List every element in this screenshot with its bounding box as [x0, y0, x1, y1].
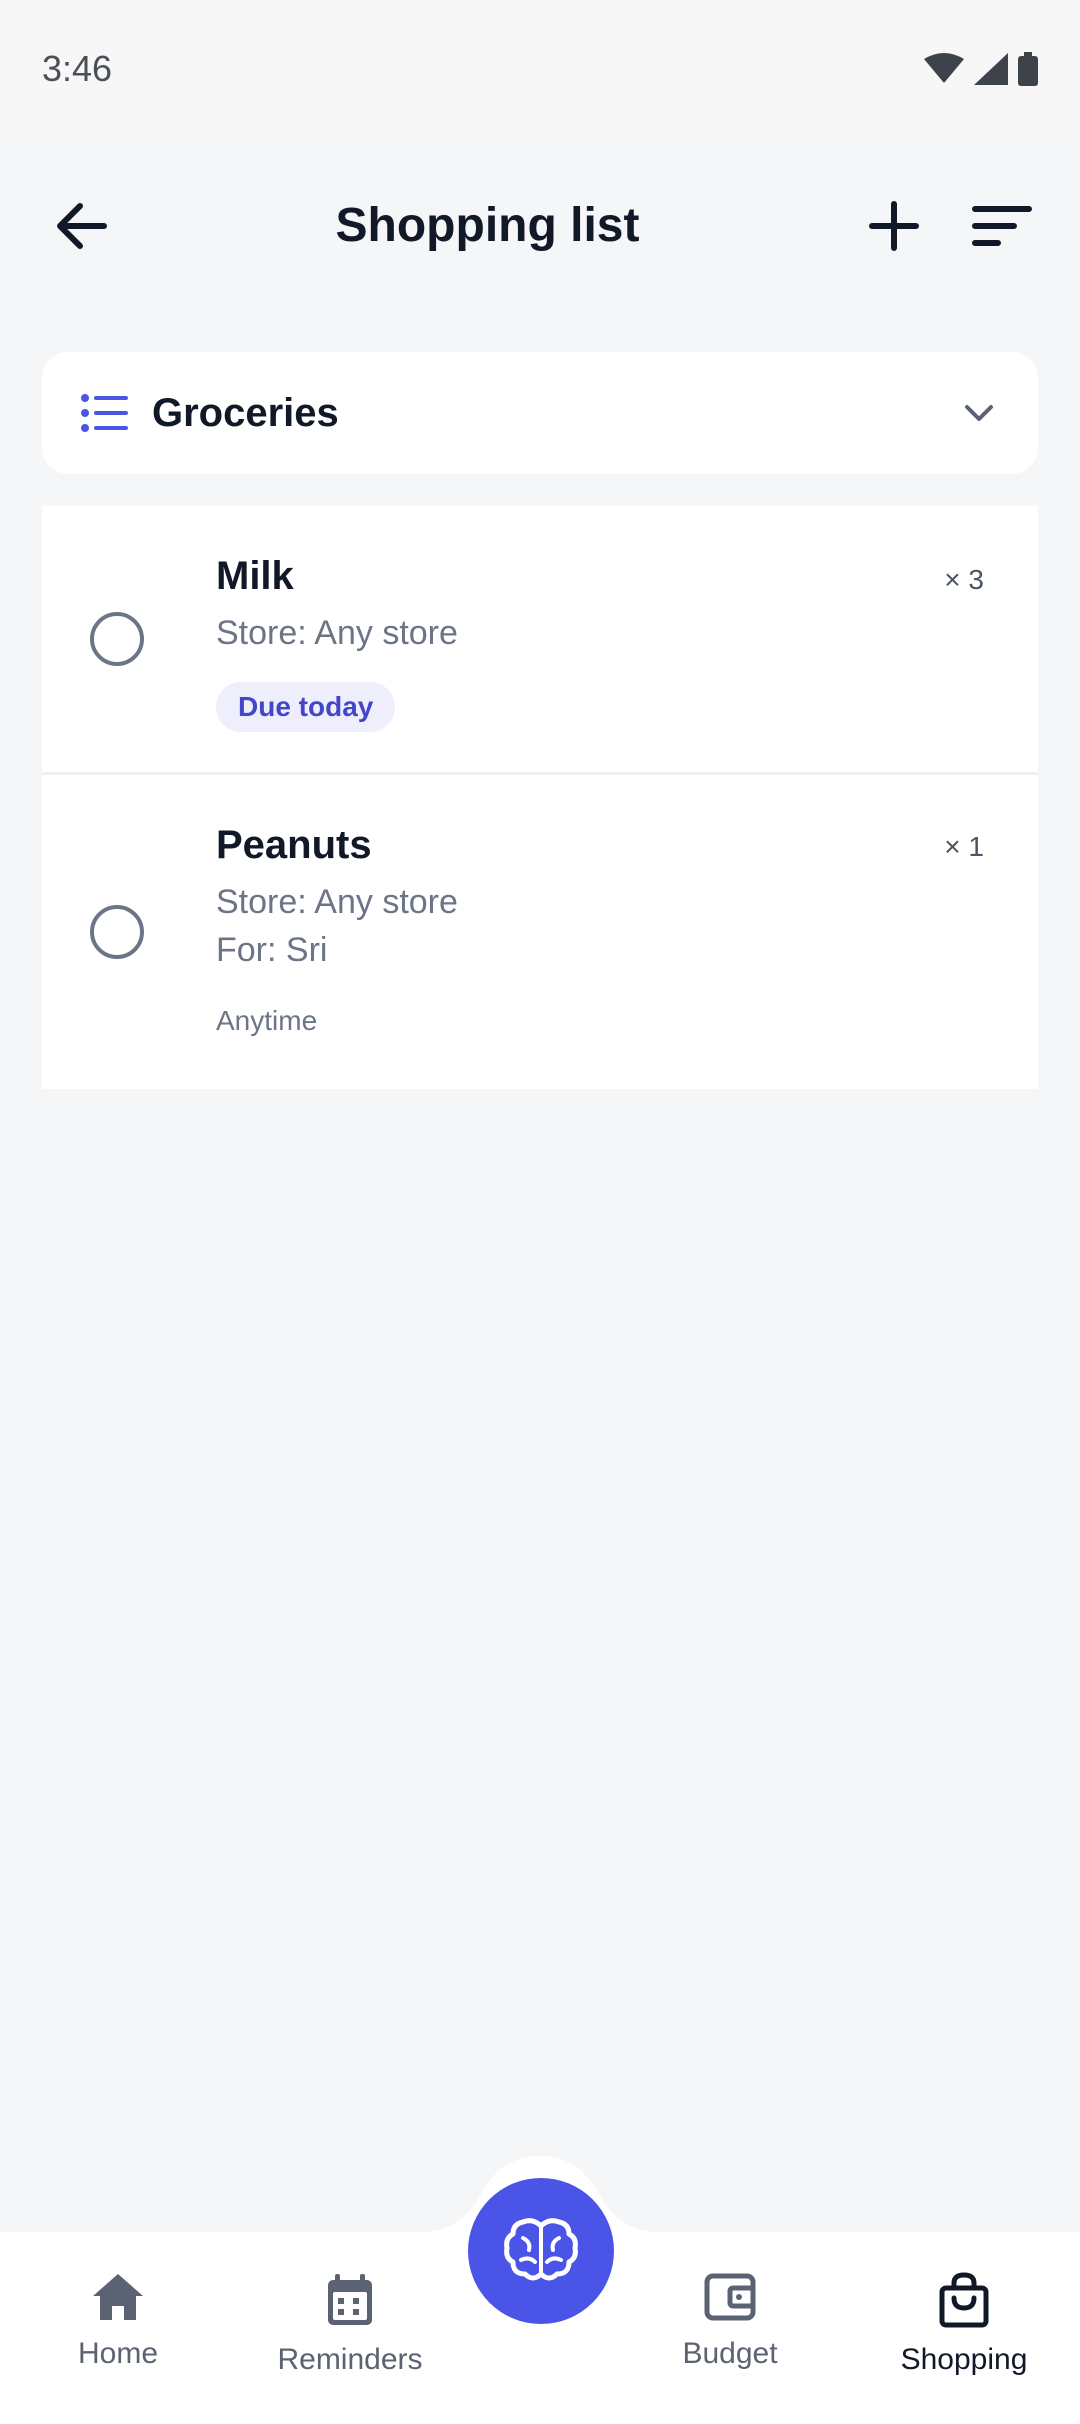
list-icon	[81, 394, 128, 432]
status-time: 3:46	[42, 48, 113, 89]
battery-icon	[1018, 52, 1038, 86]
due-badge: Due today	[216, 682, 396, 732]
sort-icon	[972, 206, 1032, 246]
item-quantity: × 1	[944, 831, 984, 862]
nav-reminders[interactable]: Reminders	[250, 2272, 450, 2377]
item-quantity: × 3	[944, 564, 984, 595]
nav-home[interactable]: Home	[18, 2272, 218, 2371]
page-title: Shopping list	[335, 199, 640, 252]
item-when: Anytime	[216, 1005, 318, 1036]
calendar-icon	[328, 2274, 372, 2325]
item-checkbox[interactable]	[90, 612, 144, 666]
nav-label: Home	[77, 2337, 159, 2370]
item-name: Milk	[216, 554, 294, 598]
shopping-bag-icon	[939, 2272, 989, 2328]
status-bar: 3:46	[0, 0, 1080, 140]
nav-shopping[interactable]: Shopping	[864, 2272, 1064, 2377]
chevron-down-icon	[965, 405, 993, 421]
item-store: Store: Any store	[216, 614, 458, 652]
brain-icon	[504, 2218, 578, 2281]
item-store: Store: Any store	[216, 883, 458, 921]
signal-icon	[974, 53, 1008, 85]
ai-fab-button[interactable]	[468, 2178, 614, 2324]
nav-label: Budget	[682, 2337, 778, 2370]
status-icons	[924, 52, 1038, 86]
item-checkbox[interactable]	[90, 905, 144, 959]
list-item[interactable]: Milk × 3 Store: Any store Due today	[42, 506, 1038, 772]
wifi-icon	[924, 53, 964, 83]
list-selector[interactable]: Groceries	[42, 352, 1038, 474]
nav-label: Reminders	[277, 2343, 423, 2376]
nav-label: Shopping	[900, 2343, 1028, 2376]
nav-budget[interactable]: Budget	[630, 2272, 830, 2371]
list-selector-label: Groceries	[152, 390, 339, 435]
item-for: For: Sri	[216, 931, 328, 969]
wallet-icon	[704, 2273, 756, 2321]
item-name: Peanuts	[216, 823, 372, 867]
home-icon	[93, 2274, 143, 2320]
list-item[interactable]: Peanuts × 1 Store: Any store For: Sri An…	[42, 775, 1038, 1089]
